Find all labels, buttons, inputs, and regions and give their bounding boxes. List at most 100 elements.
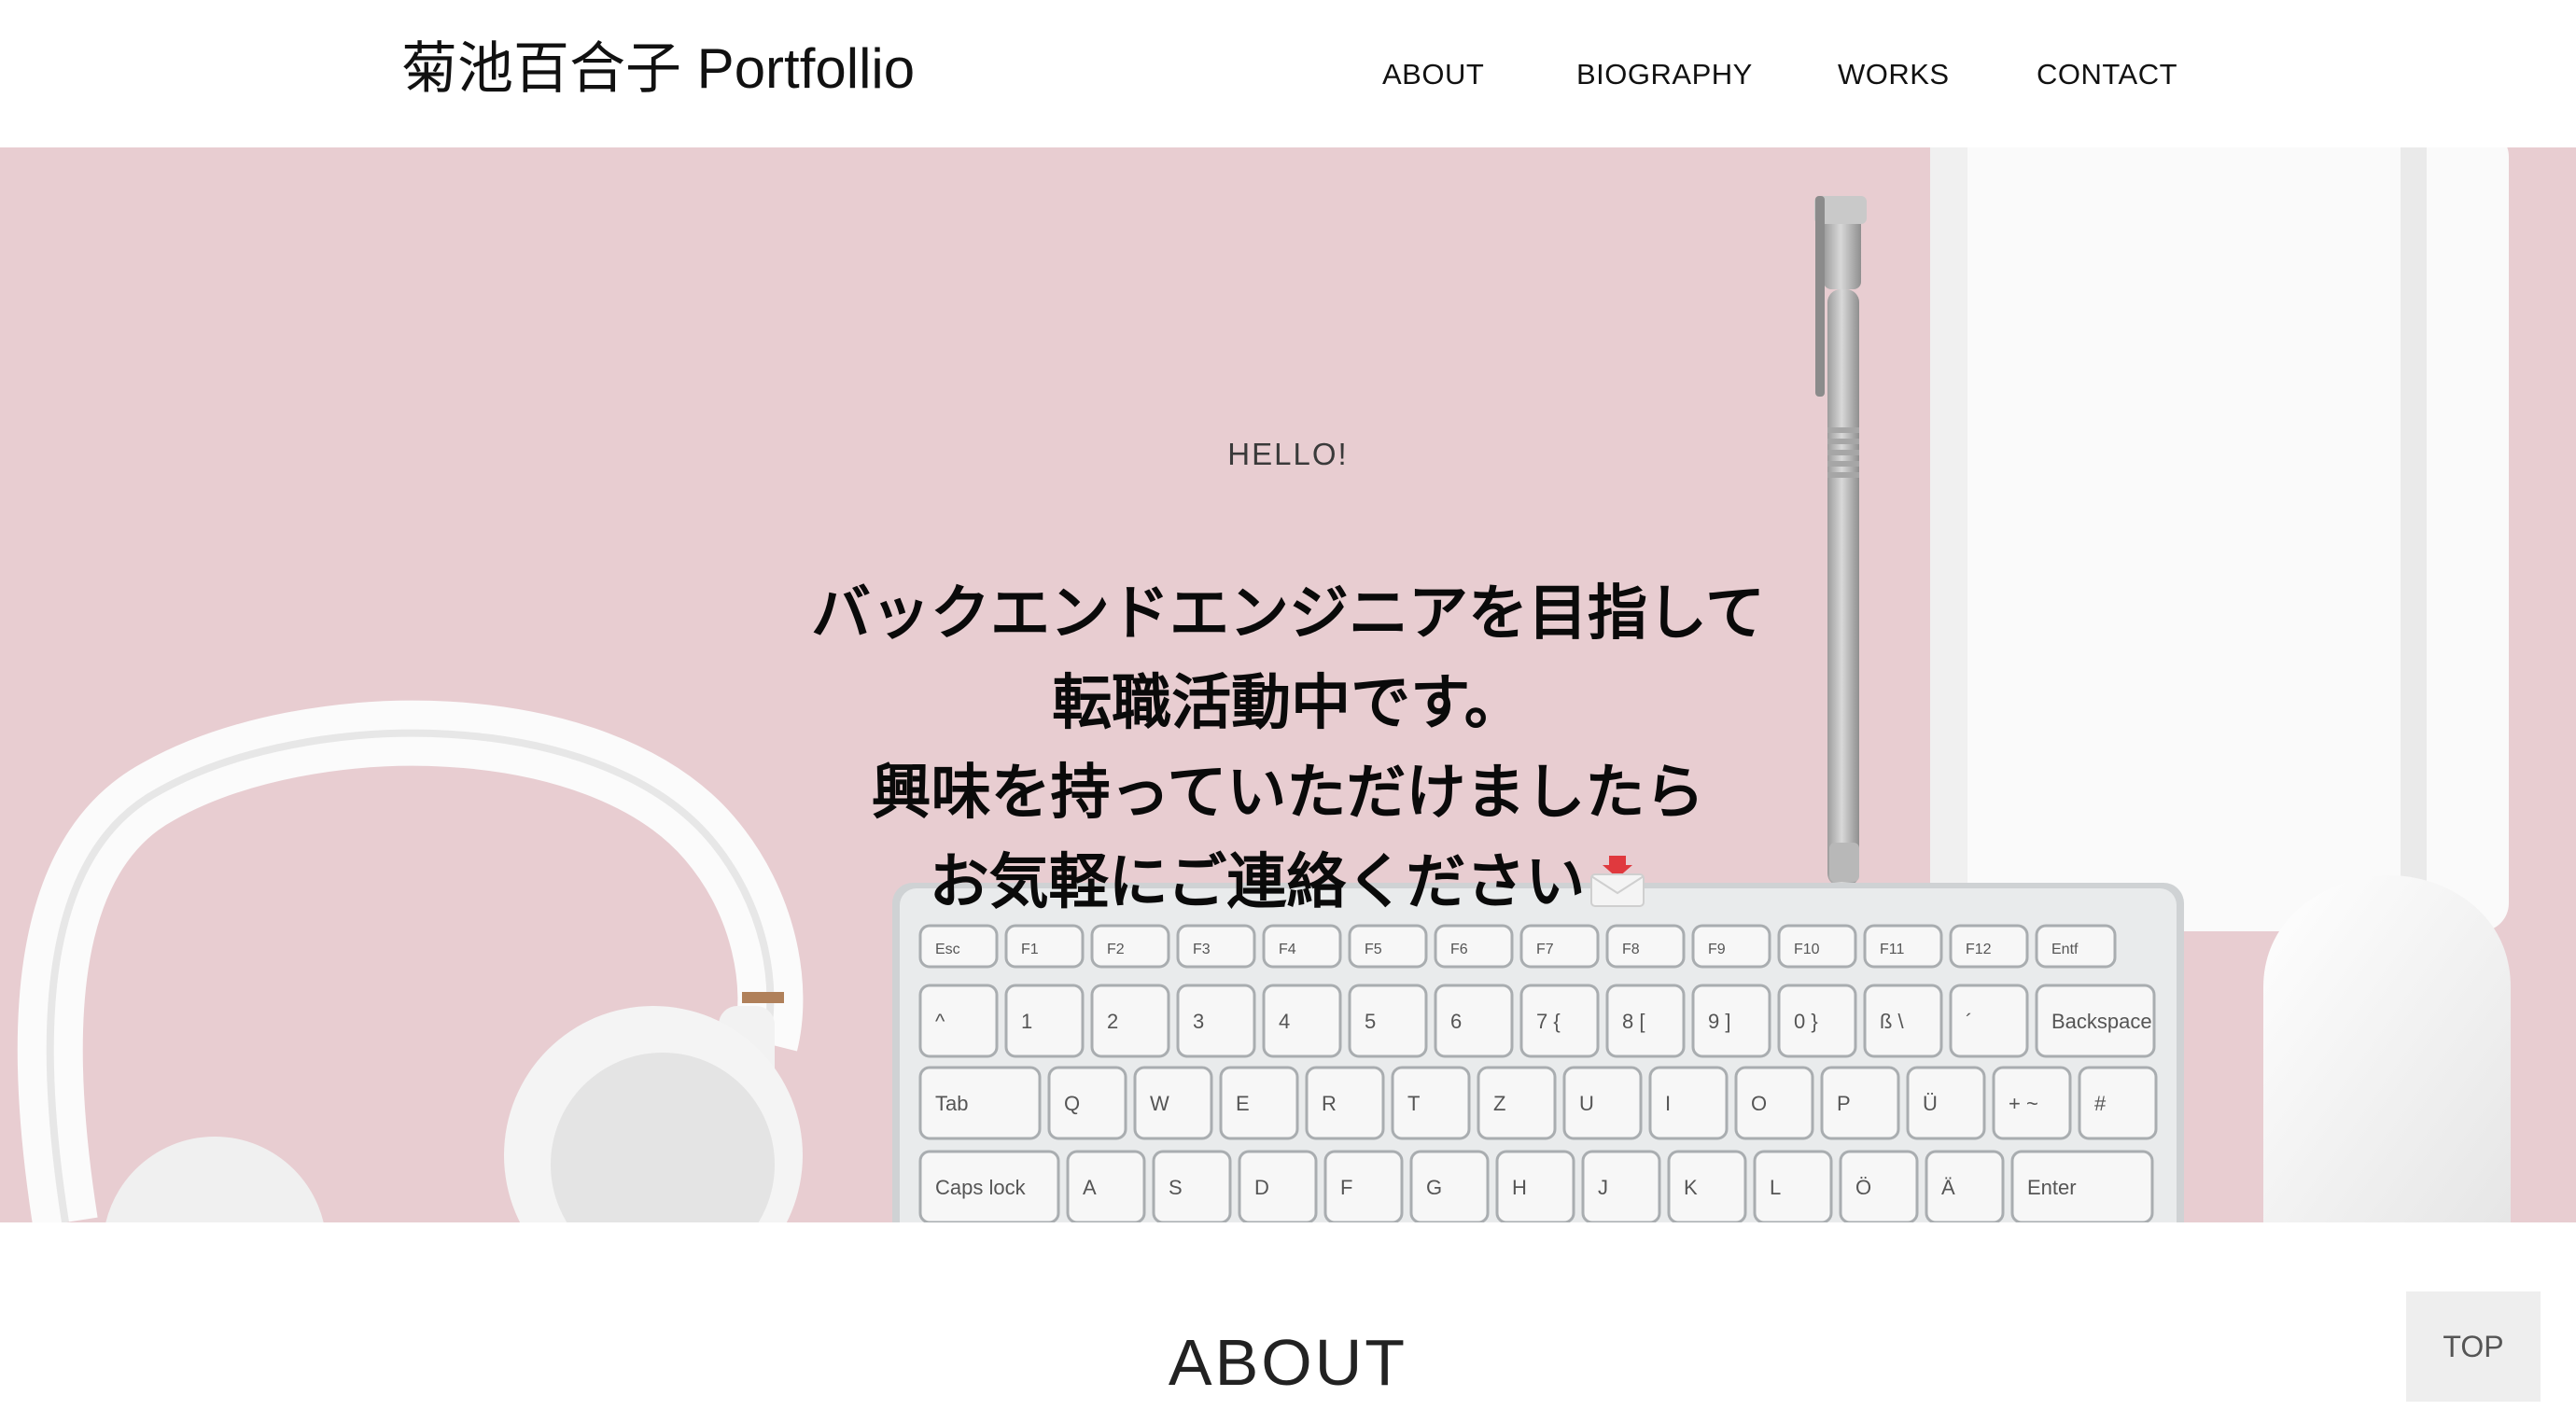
- keyboard-key: [1734, 1066, 1814, 1140]
- nav-item-biography[interactable]: BIOGRAPHY: [1576, 47, 1753, 103]
- keyboard-key-label: 1: [1021, 1010, 1032, 1033]
- keyboard-key: [1323, 1150, 1404, 1222]
- keyboard-key: [1753, 1150, 1833, 1222]
- keyboard-key-label: ^: [935, 1010, 945, 1033]
- keyboard-key: [1262, 984, 1342, 1058]
- keyboard-key-label: H: [1512, 1176, 1527, 1199]
- keyboard-key-label: + ~: [2009, 1092, 2038, 1115]
- keyboard-key: [1004, 924, 1085, 969]
- keyboard-key-label: 5: [1365, 1010, 1376, 1033]
- keyboard-key-label: Z: [1493, 1092, 1505, 1115]
- keyboard-key-label: P: [1837, 1092, 1851, 1115]
- keyboard-key-label: F12: [1966, 942, 1992, 957]
- keyboard-key-label: I: [1665, 1092, 1671, 1115]
- keyboard-key: [1906, 1066, 1986, 1140]
- keyboard-key: [1519, 924, 1600, 969]
- keyboard-key: [1176, 924, 1256, 969]
- keyboard-key: [1348, 924, 1428, 969]
- hero-section: Esc F1 F2 F3 F4 F5 F6 F7 F8 F9 F10 F11 F12 Entf ^ 1 2 3 4 5…: [0, 147, 2576, 1222]
- keyboard-key: [1238, 1150, 1318, 1222]
- hero-headline: バックエンドエンジニアを目指して 転職活動中です。 興味を持っていただけましたら…: [0, 569, 2576, 928]
- keyboard-key: [1133, 1066, 1213, 1140]
- keyboard-key-label: 0 }: [1794, 1010, 1818, 1033]
- headline-line-1: バックエンドエンジニアを目指して: [810, 579, 1766, 649]
- keyboard-key-label: ´: [1966, 1010, 1972, 1033]
- keyboard-key-label: K: [1684, 1176, 1698, 1199]
- keyboard-key-label: J: [1598, 1176, 1608, 1199]
- keyboard-key-label: A: [1083, 1176, 1097, 1199]
- keyboard-key: [1409, 1150, 1490, 1222]
- keyboard-key-label: F10: [1794, 942, 1820, 957]
- keyboard-key-label: F3: [1193, 942, 1211, 957]
- about-heading: ABOUT: [1168, 1326, 1408, 1399]
- keyboard-key: [1605, 984, 1686, 1058]
- keyboard-key: [1691, 924, 1771, 969]
- keyboard-key: [1562, 1066, 1643, 1140]
- keyboard-key: [1434, 984, 1514, 1058]
- keyboard-key-label: Esc: [935, 942, 960, 957]
- keyboard-key-label: ß \: [1880, 1010, 1905, 1033]
- keyboard-key: [1820, 1066, 1900, 1140]
- keyboard-key: [1391, 1066, 1471, 1140]
- nav-item-about[interactable]: ABOUT: [1382, 47, 1484, 103]
- keyboard-key: [1219, 1066, 1299, 1140]
- keyboard-key: [1305, 1066, 1385, 1140]
- keyboard-key-label: Q: [1064, 1092, 1080, 1115]
- keyboard-key: [1047, 1066, 1127, 1140]
- keyboard-key-label: Ü: [1923, 1092, 1938, 1115]
- keyboard-key: [1348, 984, 1428, 1058]
- keyboard-key-label: 2: [1107, 1010, 1118, 1033]
- keyboard-key-label: 3: [1193, 1010, 1204, 1033]
- keyboard-key-label: F: [1340, 1176, 1352, 1199]
- keyboard-key-label: U: [1579, 1092, 1594, 1115]
- keyboard-image: Esc F1 F2 F3 F4 F5 F6 F7 F8 F9 F10 F11 F12 Entf^ 1 2 3 4 5…: [892, 883, 2184, 1222]
- keyboard-key-label: 8 [: [1622, 1010, 1645, 1033]
- keyboard-key: [1090, 984, 1170, 1058]
- keyboard-key: [1262, 924, 1342, 969]
- envelope-icon: [1589, 856, 1646, 908]
- keyboard-key-label: S: [1169, 1176, 1183, 1199]
- keyboard-key-label: Ä: [1941, 1176, 1955, 1199]
- keyboard-key-label: Caps lock: [935, 1176, 1027, 1199]
- keyboard-key-label: Ö: [1855, 1176, 1871, 1199]
- keyboard-key-label: 6: [1450, 1010, 1462, 1033]
- keyboard-key-label: F11: [1880, 942, 1904, 957]
- hero-greeting: HELLO!: [1227, 437, 1349, 471]
- keyboard-key: [1477, 1066, 1557, 1140]
- nav-item-contact[interactable]: CONTACT: [2037, 47, 2177, 103]
- keyboard-key-label: T: [1407, 1092, 1420, 1115]
- keyboard-key-label: F1: [1021, 942, 1039, 957]
- keyboard-key-label: Enter: [2027, 1176, 2077, 1199]
- site-header: 菊池百合子 Portfollio ABOUT BIOGRAPHY WORKS C…: [0, 0, 2576, 147]
- keyboard-key: [1925, 1150, 2005, 1222]
- keyboard-key-label: #: [2094, 1092, 2107, 1115]
- keyboard-key-label: G: [1426, 1176, 1442, 1199]
- nav-item-works[interactable]: WORKS: [1838, 47, 1950, 103]
- keyboard-key: [1839, 1150, 1919, 1222]
- keyboard-key-label: F8: [1622, 942, 1640, 957]
- headline-line-3: 興味を持っていただけましたら: [871, 759, 1705, 828]
- keyboard-key-label: F6: [1450, 942, 1468, 957]
- keyboard-key: [1581, 1150, 1661, 1222]
- keyboard-key-label: Backspace: [2051, 1010, 2152, 1033]
- back-to-top-button[interactable]: TOP: [2406, 1291, 2541, 1402]
- keyboard-key: [1495, 1150, 1575, 1222]
- keyboard-key-label: 7 {: [1536, 1010, 1561, 1033]
- keyboard-key-label: Tab: [935, 1092, 968, 1115]
- headline-line-4-row: お気軽にご連絡ください: [0, 838, 2576, 928]
- keyboard-key: [1605, 924, 1686, 969]
- keyboard-key: [918, 984, 999, 1058]
- keyboard-key-label: F5: [1365, 942, 1382, 957]
- keyboard-key-label: 4: [1279, 1010, 1290, 1033]
- keyboard-key: [1066, 1150, 1146, 1222]
- keyboard-key-label: E: [1236, 1092, 1250, 1115]
- keyboard-key-label: O: [1751, 1092, 1767, 1115]
- keyboard-key-label: D: [1254, 1176, 1269, 1199]
- keyboard-key-label: F7: [1536, 942, 1554, 957]
- keyboard-key-label: R: [1322, 1092, 1337, 1115]
- headline-line-2: 転職活動中です。: [1052, 669, 1524, 738]
- keyboard-key: [1648, 1066, 1729, 1140]
- keyboard-key-label: W: [1150, 1092, 1169, 1115]
- site-title[interactable]: 菊池百合子 Portfollio: [401, 32, 915, 106]
- keyboard-key: [2078, 1066, 2158, 1140]
